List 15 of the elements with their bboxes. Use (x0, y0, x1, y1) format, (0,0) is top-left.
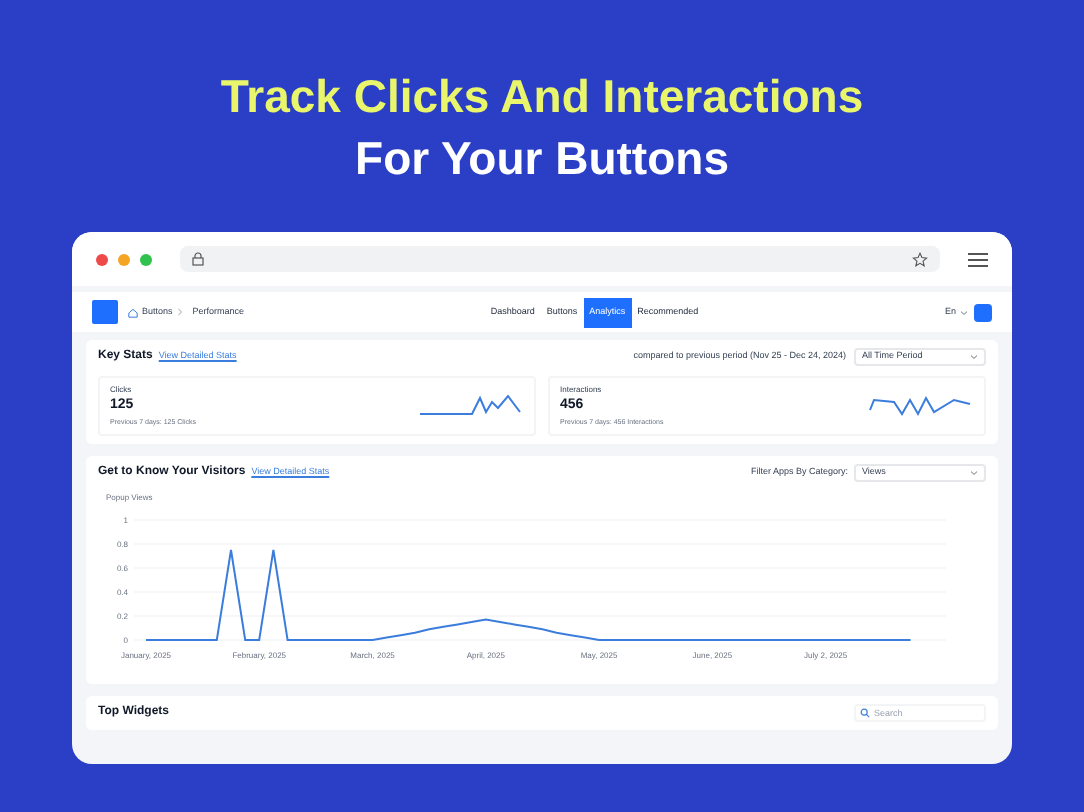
account-icon[interactable] (974, 303, 993, 321)
sparkline-drawing (416, 390, 524, 421)
lock-icon (192, 252, 204, 266)
headline: Track Clicks And Interactions (220, 68, 864, 124)
maximize-icon[interactable] (140, 253, 152, 265)
caret-icon (970, 354, 978, 360)
close-icon[interactable] (96, 253, 108, 265)
search-icon (860, 707, 870, 718)
home-icon[interactable] (128, 307, 138, 317)
caret-icon (970, 469, 978, 476)
headline: For Your Buttons (355, 130, 729, 186)
menu-icon[interactable] (968, 251, 988, 267)
star-icon[interactable] (912, 251, 928, 267)
caret-icon (960, 309, 969, 315)
minimize-icon[interactable] (118, 253, 130, 265)
